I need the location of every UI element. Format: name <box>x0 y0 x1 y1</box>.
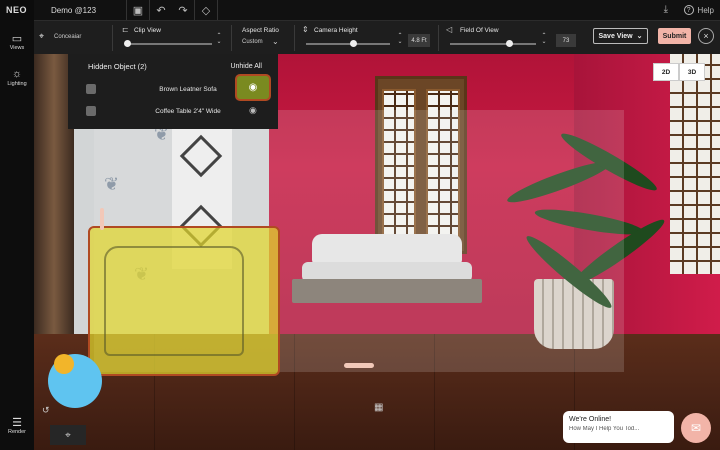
view-2d-button[interactable]: 2D <box>653 63 679 81</box>
render-button[interactable]: ☰ Render <box>0 410 34 450</box>
slider-thumb[interactable] <box>124 40 131 47</box>
panel-title-text: Hidden Object <box>88 61 136 71</box>
sidebar-item-label: Lighting <box>7 81 27 87</box>
list-item[interactable]: Coffee Table 2'4" Wide ◉ <box>68 100 278 122</box>
redo-icon[interactable]: ↷ <box>172 0 194 20</box>
design-app: NEO Demo @123 ▣ ↶ ↷ ◇ ⤓ ? Help ▭ Views ☼… <box>0 0 720 450</box>
object-name: Coffee Table 2'4" Wide <box>155 107 221 115</box>
title-bar: NEO Demo @123 ▣ ↶ ↷ ◇ ⤓ ? Help <box>0 0 720 20</box>
guide-dot[interactable] <box>54 354 74 374</box>
field-of-view-value[interactable]: 73 <box>556 34 576 47</box>
sidebar-item-label: Views <box>9 45 25 51</box>
hidden-armchair-highlight[interactable] <box>88 226 280 376</box>
divider <box>231 25 232 51</box>
document-title[interactable]: Demo @123 <box>51 6 126 15</box>
crosshair-icon[interactable]: ⌖ <box>50 425 86 445</box>
camera-height-value[interactable]: 4.8 Ft <box>408 34 430 47</box>
app-logo: NEO <box>0 0 34 20</box>
chat-subtitle: How May I Help You Tod... <box>569 426 640 432</box>
camera-position-icon[interactable]: ▦ <box>374 402 383 413</box>
chevron-down-icon: ⌄ <box>272 37 279 46</box>
field-of-view-stepper[interactable]: ⌃ ⌄ <box>540 33 548 45</box>
camera-height-slider[interactable] <box>306 40 390 47</box>
clip-vertical-handle[interactable] <box>100 208 104 230</box>
slider-thumb[interactable] <box>506 40 513 47</box>
divider <box>438 25 439 51</box>
object-thumbnail <box>86 84 96 94</box>
field-of-view-icon: ◁ <box>446 25 453 34</box>
sidebar-item-lighting[interactable]: ☼ Lighting <box>0 68 34 87</box>
submit-button[interactable]: Submit <box>658 28 691 44</box>
conceal-tool[interactable]: ⌖ Conceaiar <box>34 21 112 55</box>
save-icon[interactable]: ▣ <box>127 0 149 20</box>
field-of-view-slider[interactable] <box>450 40 536 47</box>
clip-view-slider[interactable] <box>124 40 212 47</box>
clip-view-label: Clip View <box>134 27 161 34</box>
left-sidebar: ▭ Views ☼ Lighting <box>0 20 34 450</box>
panel-title: Hidden Object (2) <box>88 62 147 71</box>
list-item[interactable]: Brown Leatner Sofa ◉ <box>68 74 278 101</box>
clip-horizontal-handle[interactable] <box>344 363 374 368</box>
chat-widget[interactable]: We're Online! How May I Help You Tod... <box>563 411 674 443</box>
chat-title: We're Online! <box>569 416 612 423</box>
clip-view-stepper[interactable]: ⌃ ⌄ <box>215 33 223 45</box>
save-view-label: Save View <box>598 32 633 40</box>
camera-height-label: Camera Height <box>314 27 358 34</box>
render-label: Render <box>7 429 27 435</box>
lattice-screen <box>670 54 720 274</box>
rotate-icon[interactable]: ↺ <box>42 405 50 416</box>
field-of-view-tool: ◁ Field Of View ⌃ ⌄ 73 <box>444 21 584 55</box>
help-icon: ? <box>683 5 694 15</box>
camera-height-icon: ⇕ <box>302 25 309 34</box>
save-view-button[interactable]: Save View ⌄ <box>593 28 648 44</box>
chat-icon[interactable]: ✉ <box>681 413 711 443</box>
hidden-count: (2) <box>137 61 147 71</box>
conceal-icon: ⌖ <box>39 31 45 41</box>
divider <box>112 25 113 51</box>
conceal-label: Conceaiar <box>54 34 82 40</box>
clip-view-icon: ⊏ <box>122 25 129 34</box>
sun-icon: ☼ <box>11 68 23 80</box>
view-3d-button[interactable]: 3D <box>679 63 705 81</box>
slider-thumb[interactable] <box>350 40 357 47</box>
clip-view-tool: ⊏ Clip View ⌃ ⌄ <box>118 21 226 55</box>
help-link[interactable]: ? Help <box>683 0 714 20</box>
close-icon[interactable]: × <box>698 28 714 44</box>
sidebar-item-views[interactable]: ▭ Views <box>0 32 34 51</box>
field-of-view-label: Field Of View <box>460 27 499 34</box>
chevron-down-icon: ⌄ <box>636 33 643 40</box>
unhide-all-button[interactable]: Unhide All <box>230 63 262 70</box>
eye-icon[interactable]: ◉ <box>235 74 271 101</box>
divider <box>217 0 218 20</box>
camera-icon: ▭ <box>11 33 23 45</box>
hidden-objects-panel: Hidden Object (2) Unhide All Brown Leatn… <box>68 54 278 129</box>
divider <box>294 25 295 51</box>
aspect-ratio-tool[interactable]: Aspect Ratio Custom ⌄ <box>238 21 292 55</box>
view-toolbar: ⌖ Conceaiar ⊏ Clip View ⌃ ⌄ Aspect Ratio … <box>34 20 720 54</box>
view-mode-toggle: 2D 3D <box>653 63 705 81</box>
armchair-outline <box>104 246 244 356</box>
eraser-icon[interactable]: ◇ <box>195 0 217 20</box>
object-thumbnail <box>86 106 96 116</box>
help-label: Help <box>697 5 714 15</box>
aspect-ratio-label: Aspect Ratio <box>242 27 279 34</box>
aspect-ratio-value: Custom <box>242 39 263 45</box>
download-icon[interactable]: ⤓ <box>664 4 668 15</box>
eye-icon[interactable]: ◉ <box>249 105 257 116</box>
camera-height-tool: ⇕ Camera Height ⌃ ⌄ 4.8 Ft <box>300 21 440 55</box>
render-icon: ☰ <box>12 417 22 429</box>
undo-icon[interactable]: ↶ <box>150 0 172 20</box>
camera-height-stepper[interactable]: ⌃ ⌄ <box>396 33 404 45</box>
